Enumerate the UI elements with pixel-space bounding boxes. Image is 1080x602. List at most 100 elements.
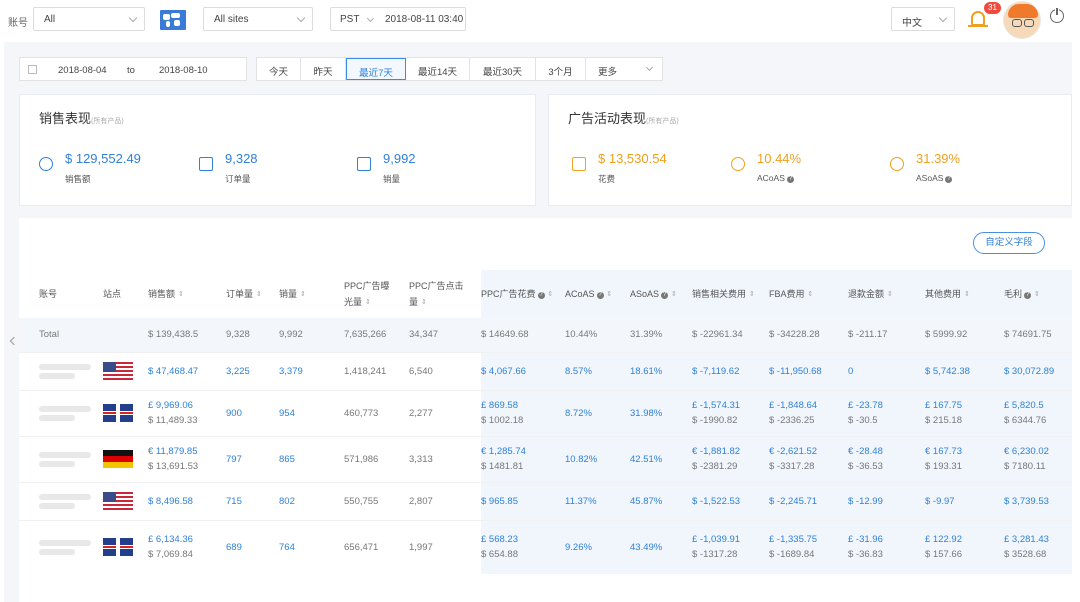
- cell-primary-value: € 1,285.74: [481, 446, 526, 457]
- avatar[interactable]: [1003, 1, 1041, 39]
- cell-primary-value: $ 47,468.47: [148, 365, 199, 377]
- col-sales-fees[interactable]: 销售相关费用 ⇕: [692, 270, 769, 318]
- cell-primary-value: 656,471: [344, 541, 379, 553]
- kpi-spend-value: $ 13,530.54: [598, 151, 667, 166]
- cell-primary-value: $ 3,739.53: [1004, 495, 1049, 507]
- table-cell: 8.57%: [565, 351, 630, 390]
- account-name-redacted: [19, 435, 103, 482]
- cell-primary-value: £ 869.58: [481, 400, 518, 411]
- table-row[interactable]: $ 8,496.58 715 802 550,755 2,807 $ 965.85 11.3…: [19, 481, 1072, 520]
- cell-primary-value: £ -1,848.64: [769, 400, 818, 411]
- cell-primary-value: $ 5,742.38: [925, 365, 970, 377]
- cell-primary-value: £ -23.78: [848, 400, 883, 411]
- col-acoas[interactable]: ACoAS? ⇕: [565, 270, 630, 318]
- range-yesterday-button[interactable]: 昨天: [301, 58, 346, 80]
- quick-range-buttons: 今天 昨天 最近7天 最近14天 最近30天 3个月 更多: [256, 57, 663, 81]
- cell-usd-value: $ 1002.18: [481, 415, 524, 426]
- timezone-select[interactable]: PST 2018-08-11 03:40: [330, 7, 466, 31]
- table-cell: 7,635,266: [344, 318, 409, 352]
- cell-primary-value: 45.87%: [630, 495, 663, 507]
- site-flag-cell: [103, 389, 148, 436]
- table-cell: 18.61%: [630, 351, 692, 390]
- kpi-spend-label: 花费: [598, 174, 616, 184]
- cell-primary-value: 1,997: [409, 541, 433, 553]
- col-asoas[interactable]: ASoAS? ⇕: [630, 270, 692, 318]
- kpi-acoas-value: 10.44%: [757, 151, 802, 166]
- cell-primary-value: £ 122.92: [925, 534, 962, 546]
- cell-usd-value: $ 7180.11: [1004, 461, 1046, 472]
- range-30days-button[interactable]: 最近30天: [470, 58, 536, 80]
- range-more-dropdown[interactable]: 更多: [586, 58, 662, 80]
- cell-primary-value: 42.51%: [630, 453, 663, 465]
- table-cell: $ 3,739.53: [1004, 481, 1072, 520]
- cell-primary-value: € -28.48: [848, 446, 883, 457]
- cell-usd-value: $ 11,489.33: [148, 415, 198, 426]
- cell-primary-value: £ 3,281.43: [1004, 534, 1049, 546]
- col-other-fees[interactable]: 其他费用 ⇕: [925, 270, 1004, 318]
- range-14days-button[interactable]: 最近14天: [406, 58, 470, 80]
- table-cell: 8.72%: [565, 389, 630, 436]
- col-ppc-clicks[interactable]: PPC广告点击量 ⇕: [409, 270, 481, 318]
- table-cell: $ 14649.68: [481, 318, 565, 352]
- table-row[interactable]: £ 6,134.36 $ 7,069.84 689 764 656,471 1,997 £ …: [19, 519, 1072, 574]
- cell-usd-value: $ -2336.25: [769, 415, 815, 426]
- col-sales[interactable]: 销售额 ⇕: [148, 270, 226, 318]
- cell-primary-value: 43.49%: [630, 541, 663, 553]
- power-icon[interactable]: [1050, 7, 1064, 23]
- calendar-icon: [28, 65, 37, 74]
- cell-primary-value: 900: [226, 407, 242, 419]
- cell-primary-value: 571,986: [344, 453, 379, 465]
- kpi-sales-value: $ 129,552.49: [65, 151, 141, 166]
- table-cell: £ 167.75 $ 215.18: [925, 389, 1004, 436]
- sales-performance-card: 销售表现(所有产品) $ 129,552.49 销售额 9,328 订单量 9,…: [19, 94, 536, 206]
- us-flag-icon: [103, 362, 133, 380]
- cell-primary-value: 2,807: [409, 495, 433, 507]
- custom-fields-button[interactable]: 自定义字段: [973, 232, 1045, 254]
- range-7days-button[interactable]: 最近7天: [346, 58, 406, 80]
- cell-usd-value: $ 3528.68: [1004, 549, 1047, 561]
- table-cell: 2,277: [409, 389, 481, 436]
- table-cell: 460,773: [344, 389, 409, 436]
- world-map-icon[interactable]: [160, 10, 186, 30]
- cell-primary-value: $ -7,119.62: [692, 365, 740, 377]
- table-row[interactable]: € 11,879.85 $ 13,691.53 797 865 571,986 3,313…: [19, 435, 1072, 482]
- chevron-left-icon[interactable]: [9, 336, 19, 346]
- cell-primary-value: 8.57%: [565, 365, 592, 377]
- table-cell: $ -9.97: [925, 481, 1004, 520]
- range-3months-button[interactable]: 3个月: [536, 58, 586, 80]
- table-cell: 802: [279, 481, 344, 520]
- cell-primary-value: $ -2,245.71: [769, 495, 818, 507]
- table-row[interactable]: £ 9,969.06 $ 11,489.33 900 954 460,773 2,277 £…: [19, 389, 1072, 436]
- account-name-redacted: [19, 351, 103, 390]
- cell-primary-value: 865: [279, 453, 295, 465]
- table-row[interactable]: $ 47,468.47 3,225 3,379 1,418,241 6,540 $ 4,0…: [19, 351, 1072, 390]
- ad-performance-card: 广告活动表现(所有产品) $ 13,530.54 花费 10.44% ACoAS…: [548, 94, 1072, 206]
- site-select[interactable]: All sites: [203, 7, 313, 31]
- germany-flag-icon: [103, 450, 133, 468]
- language-select[interactable]: 中文: [891, 7, 955, 31]
- notification-badge: 31: [984, 2, 1001, 14]
- range-today-button[interactable]: 今天: [257, 58, 301, 80]
- date-range-picker[interactable]: 2018-08-04 to 2018-08-10: [19, 57, 247, 81]
- table-cell: 689: [226, 519, 279, 574]
- main-panel: 2018-08-04 to 2018-08-10 今天 昨天 最近7天 最近14…: [4, 42, 1072, 602]
- cell-primary-value: 954: [279, 407, 295, 419]
- table-cell: $ 5,742.38: [925, 351, 1004, 390]
- cell-primary-value: 3,379: [279, 365, 303, 377]
- account-select-value: All: [44, 14, 56, 25]
- cell-primary-value: 6,540: [409, 365, 433, 377]
- cell-primary-value: $ 8,496.58: [148, 495, 193, 507]
- col-ppc-spend[interactable]: PPC广告花费? ⇕: [481, 270, 565, 318]
- col-orders[interactable]: 订单量 ⇕: [226, 270, 279, 318]
- table-cell: £ -1,574.31 $ -1990.82: [692, 389, 769, 436]
- col-ppc-impressions[interactable]: PPC广告曝 光量 ⇕: [344, 270, 409, 318]
- col-units[interactable]: 销量 ⇕: [279, 270, 344, 318]
- table-cell: £ 869.58 $ 1002.18: [481, 389, 565, 436]
- account-select[interactable]: All: [33, 7, 145, 31]
- col-fba-fees[interactable]: FBA费用 ⇕: [769, 270, 848, 318]
- top-bar: 账号 All All sites PST 2018-08-11 03:40 中文…: [0, 0, 1080, 40]
- cell-primary-value: £ 568.23: [481, 534, 518, 546]
- col-gross-profit[interactable]: 毛利? ⇕: [1004, 270, 1072, 318]
- pie-chart-icon: [890, 157, 904, 171]
- col-refund[interactable]: 退款金额 ⇕: [848, 270, 925, 318]
